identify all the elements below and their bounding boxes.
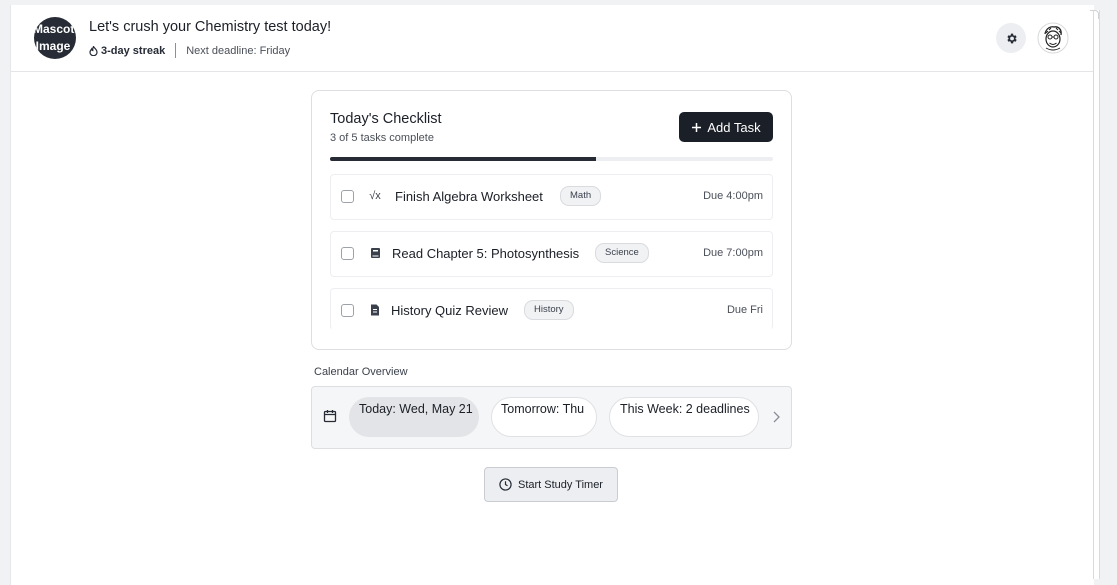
task-due: Due 7:00pm (703, 247, 763, 259)
task-tag: History (524, 300, 574, 320)
task-tag: Science (595, 243, 649, 263)
chevron-right-icon[interactable] (771, 410, 781, 424)
header-meta: 3-day streak Next deadline: Friday (89, 43, 290, 58)
plus-icon (692, 122, 702, 132)
task-item[interactable]: √x Finish Algebra Worksheet Math Due 4:0… (330, 174, 773, 220)
task-due: Due 4:00pm (703, 190, 763, 202)
scrollbar[interactable] (1093, 10, 1100, 579)
greeting-text: Let's crush your Chemistry test today! (89, 19, 332, 35)
calendar-week-pill[interactable]: This Week: 2 deadlines (609, 397, 759, 437)
task-checkbox[interactable] (341, 304, 354, 317)
task-item[interactable]: History Quiz Review History Due Fri (330, 288, 773, 330)
clock-icon (499, 478, 512, 491)
document-icon (368, 303, 382, 317)
scrollbar-cap (1090, 10, 1099, 19)
meta-divider (175, 43, 177, 58)
checklist-card: Today's Checklist 3 of 5 tasks complete … (311, 90, 792, 350)
avatar-illustration-icon (1037, 22, 1069, 54)
task-tag: Math (560, 186, 602, 206)
calendar-icon (323, 410, 337, 423)
calendar-tomorrow-pill[interactable]: Tomorrow: Thu (491, 397, 597, 437)
header: Mascot Image Let's crush your Chemistry … (11, 5, 1094, 72)
task-checkbox[interactable] (341, 247, 354, 260)
checklist-title: Today's Checklist (330, 111, 442, 127)
sqrt-icon: √x (369, 190, 381, 202)
settings-button[interactable] (996, 23, 1026, 53)
start-study-timer-button[interactable]: Start Study Timer (484, 467, 618, 502)
calendar-today-pill[interactable]: Today: Wed, May 21 (349, 397, 479, 437)
add-task-button[interactable]: Add Task (679, 112, 773, 142)
progress-bar (330, 157, 773, 161)
task-name: Finish Algebra Worksheet (395, 189, 543, 204)
calendar-overview: Today: Wed, May 21 Tomorrow: Thu This We… (311, 386, 792, 449)
avatar[interactable] (1037, 22, 1069, 54)
gear-icon (1006, 33, 1017, 43)
task-name: History Quiz Review (391, 303, 509, 318)
book-icon (368, 246, 382, 260)
task-due: Due Fri (726, 304, 763, 316)
task-name: Read Chapter 5: Photosynthesis (392, 246, 580, 261)
main-page: Mascot Image Let's crush your Chemistry … (10, 5, 1094, 585)
task-checkbox[interactable] (341, 190, 354, 203)
progress-fill (330, 157, 596, 161)
next-deadline: Next deadline: Friday (186, 44, 291, 57)
calendar-label: Calendar Overview (314, 366, 408, 378)
flame-icon (89, 45, 98, 56)
checklist-progress-text: 3 of 5 tasks complete (330, 132, 434, 144)
streak-badge: 3-day streak (89, 45, 165, 57)
mascot-image: Mascot Image (34, 17, 76, 59)
task-item[interactable]: Read Chapter 5: Photosynthesis Science D… (330, 231, 773, 277)
